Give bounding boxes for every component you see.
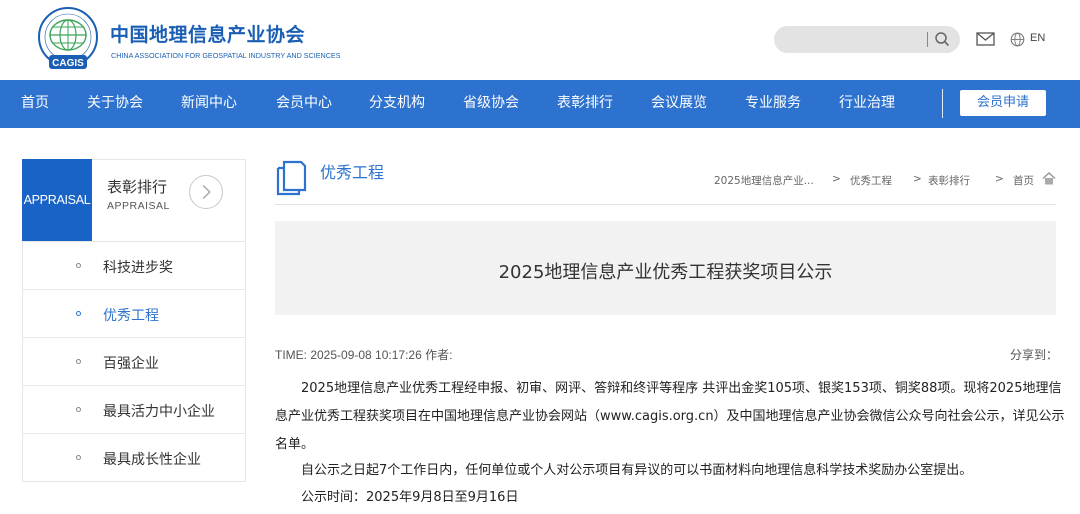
sidebar-subtitle: APPRAISAL: [107, 200, 170, 212]
sidebar-header: APPRAISAL 表彰排行 APPRAISAL: [22, 159, 245, 242]
sidebar-item-top100[interactable]: 百强企业: [23, 338, 245, 386]
language-switch[interactable]: EN: [1030, 32, 1045, 44]
content-divider: [275, 204, 1056, 205]
nav-item-branches[interactable]: 分支机构: [369, 80, 425, 128]
member-apply-button[interactable]: 会员申请: [960, 90, 1046, 116]
sidebar-item-tech-progress[interactable]: 科技进步奖: [23, 242, 245, 290]
mail-icon[interactable]: [976, 31, 995, 47]
sidebar-item-label: 科技进步奖: [103, 260, 173, 276]
sidebar: APPRAISAL 表彰排行 APPRAISAL 科技进步奖 优秀工程 百强企业…: [22, 159, 246, 482]
article-title: 2025地理信息产业优秀工程获奖项目公示: [498, 262, 833, 283]
breadcrumb-item[interactable]: 首页: [1013, 173, 1034, 188]
paragraph-text: 自公示之日起7个工作日内，任何单位或个人对公示项目有异议的可以书面材料向地理信息…: [301, 463, 973, 478]
svg-text:CAGIS: CAGIS: [52, 58, 84, 69]
nav-item-conferences[interactable]: 会议展览: [651, 80, 707, 128]
search-input[interactable]: [774, 26, 960, 53]
search-separator: [927, 32, 928, 47]
home-icon[interactable]: [1042, 172, 1056, 185]
nav-item-governance[interactable]: 行业治理: [839, 80, 895, 128]
breadcrumb-item[interactable]: 表彰排行: [928, 173, 970, 188]
paragraph-text: 公示时间：2025年9月8日至9月16日: [301, 490, 519, 505]
nav-item-awards[interactable]: 表彰排行: [557, 80, 613, 128]
sidebar-item-label: 优秀工程: [103, 308, 159, 324]
breadcrumb-item[interactable]: 2025地理信息产业...: [714, 173, 814, 188]
sidebar-item-growth[interactable]: 最具成长性企业: [23, 434, 245, 482]
sidebar-item-label: 最具成长性企业: [103, 452, 201, 468]
share-label[interactable]: 分享到：: [1010, 346, 1058, 363]
article-meta: TIME: 2025-09-08 10:17:26 作者:: [275, 348, 453, 362]
search-icon[interactable]: [934, 31, 950, 47]
sidebar-item-vibrant-sme[interactable]: 最具活力中小企业: [23, 386, 245, 434]
sidebar-item-excellent-projects[interactable]: 优秀工程: [23, 290, 245, 338]
article-paragraph: 2025地理信息产业优秀工程经申报、初审、网评、答辩和终评等程序 共评出金奖10…: [275, 375, 1065, 459]
sidebar-item-label: 最具活力中小企业: [103, 404, 215, 420]
bullet-icon: [76, 359, 81, 364]
site-header: CAGIS 中国地理信息产业协会 CHINA ASSOCIATION FOR G…: [0, 0, 1080, 80]
chevron-right-icon[interactable]: [189, 175, 223, 209]
nav-item-home[interactable]: 首页: [21, 80, 49, 128]
breadcrumb-separator: >: [832, 173, 841, 185]
article-title-box: 2025地理信息产业优秀工程获奖项目公示: [275, 221, 1056, 315]
nav-item-provincial[interactable]: 省级协会: [463, 80, 519, 128]
nav-divider: [942, 89, 943, 118]
bullet-icon: [76, 407, 81, 412]
org-name-en: CHINA ASSOCIATION FOR GEOSPATIAL INDUSTR…: [111, 51, 341, 60]
document-icon: [276, 160, 307, 196]
article-paragraph: 公示时间：2025年9月8日至9月16日: [275, 484, 1065, 512]
cagis-logo[interactable]: CAGIS: [30, 5, 106, 75]
bullet-icon: [76, 263, 81, 268]
nav-item-about[interactable]: 关于协会: [87, 80, 143, 128]
sidebar-badge: APPRAISAL: [22, 159, 92, 241]
nav-item-news[interactable]: 新闻中心: [181, 80, 237, 128]
breadcrumb-separator: >: [913, 173, 922, 185]
bullet-icon: [76, 455, 81, 460]
breadcrumb-separator: >: [995, 173, 1004, 185]
sidebar-title: 表彰排行: [107, 178, 168, 196]
nav-item-members[interactable]: 会员中心: [276, 80, 332, 128]
section-title: 优秀工程: [320, 163, 385, 182]
globe-icon[interactable]: [1010, 32, 1025, 47]
paragraph-text: 2025地理信息产业优秀工程经申报、初审、网评、答辩和终评等程序 共评出金奖10…: [275, 381, 1065, 452]
nav-item-services[interactable]: 专业服务: [745, 80, 801, 128]
breadcrumb-item[interactable]: 优秀工程: [850, 173, 892, 188]
bullet-icon: [76, 311, 81, 316]
org-name-cn[interactable]: 中国地理信息产业协会: [110, 20, 305, 47]
article-paragraph: 自公示之日起7个工作日内，任何单位或个人对公示项目有异议的可以书面材料向地理信息…: [275, 457, 1065, 485]
sidebar-item-label: 百强企业: [103, 356, 159, 372]
breadcrumb: 2025地理信息产业... > 优秀工程 > 表彰排行 > 首页: [714, 173, 1054, 189]
main-nav: 首页 关于协会 新闻中心 会员中心 分支机构 省级协会 表彰排行 会议展览 专业…: [0, 80, 1080, 128]
